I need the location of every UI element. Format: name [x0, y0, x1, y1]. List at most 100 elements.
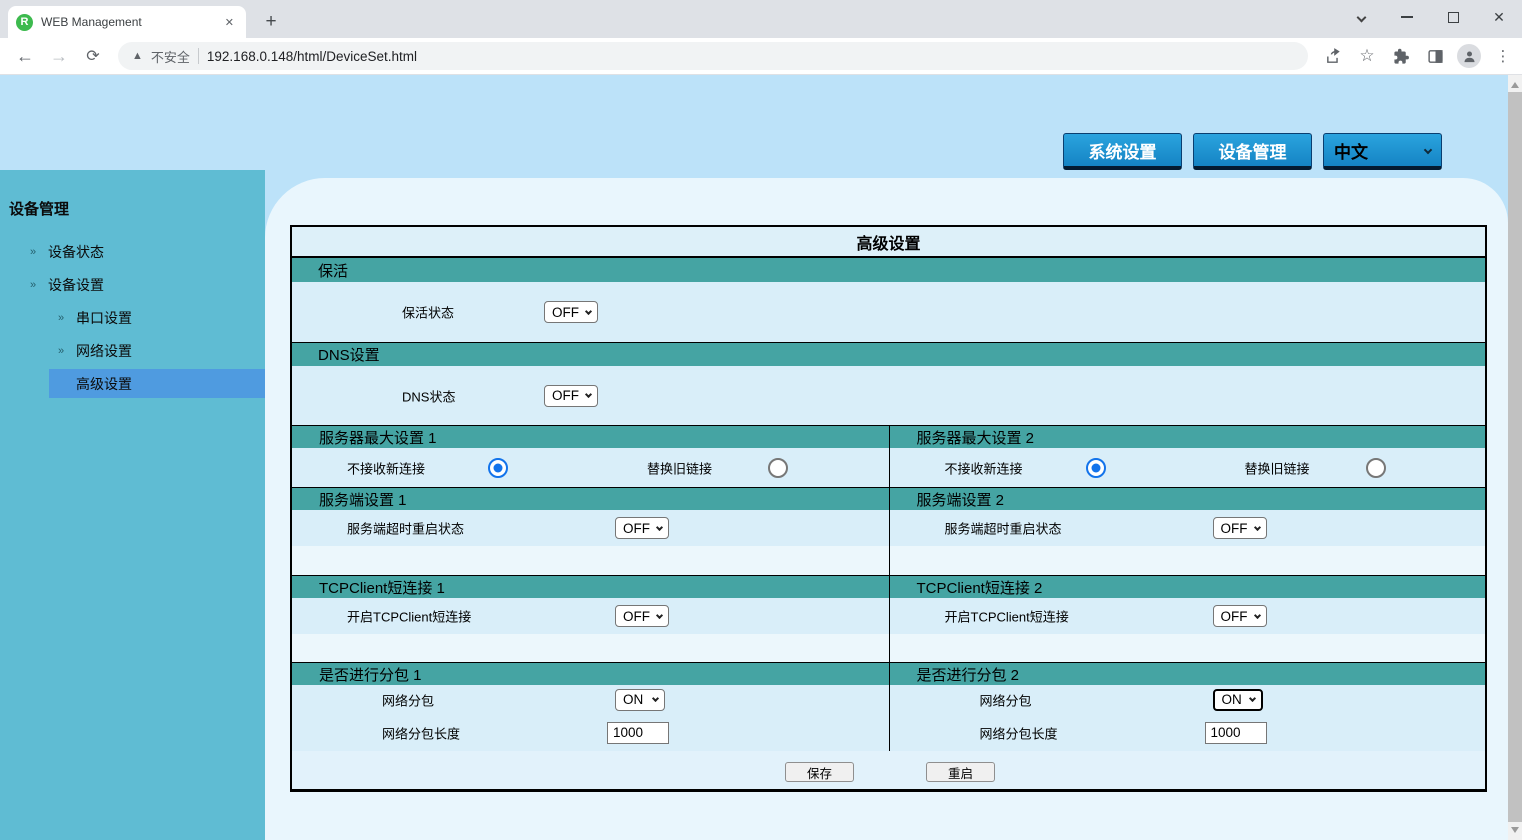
- window-controls: ✕: [1338, 0, 1522, 34]
- bookmark-star-icon[interactable]: ☆: [1352, 41, 1382, 71]
- web-page: 系统设置 设备管理 中文 设备管理 » 设备状态 » 设备设置 » 串口设置 »…: [0, 75, 1522, 840]
- enable-tcpclient-select-1[interactable]: OFF: [615, 605, 669, 627]
- keepalive-status-select[interactable]: OFF: [544, 301, 598, 323]
- network-packet-select-1[interactable]: ON: [615, 689, 665, 711]
- server-timeout-restart-label: 服务端超时重启状态: [945, 519, 1062, 538]
- server-side-1-row: 服务端超时重启状态 OFF: [292, 510, 889, 546]
- section-header-dns: DNS设置: [292, 342, 1485, 366]
- section-header-server-side-1: 服务端设置 1: [292, 487, 889, 510]
- section-header-tcpclient-2: TCPClient短连接 2: [890, 575, 1486, 598]
- no-new-connection-radio-2[interactable]: [1086, 458, 1106, 478]
- restart-button[interactable]: 重启: [926, 762, 995, 782]
- no-new-connection-label: 不接收新连接: [945, 458, 1023, 477]
- section-header-packet-2: 是否进行分包 2: [890, 662, 1486, 685]
- tcpclient-2-row: 开启TCPClient短连接 OFF: [890, 598, 1486, 634]
- content-panel: 高级设置 保活 保活状态 OFF DNS设置 DNS状态 OFF: [265, 178, 1508, 840]
- chevron-down-icon: [1424, 146, 1432, 154]
- server-timeout-restart-select-2[interactable]: OFF: [1213, 517, 1267, 539]
- sidebar-item-device-settings[interactable]: » 设备设置: [0, 270, 265, 299]
- chevron-down-icon: [656, 523, 663, 530]
- page-scrollbar[interactable]: [1508, 75, 1522, 840]
- column-2: 服务器最大设置 2 不接收新连接 替换旧链接 服务端设置 2 服务端超时重启状态…: [889, 425, 1486, 751]
- browser-tab[interactable]: R WEB Management ✕: [8, 6, 246, 38]
- minimize-button[interactable]: [1384, 0, 1430, 34]
- packet-length-label: 网络分包长度: [382, 723, 460, 742]
- sidebar-item-serial-settings[interactable]: » 串口设置: [0, 303, 265, 332]
- replace-old-link-radio-2[interactable]: [1366, 458, 1386, 478]
- url-text[interactable]: 192.168.0.148/html/DeviceSet.html: [207, 49, 417, 64]
- chevron-down-icon: [1253, 523, 1260, 530]
- system-settings-button[interactable]: 系统设置: [1063, 133, 1182, 170]
- keepalive-status-label: 保活状态: [402, 303, 454, 322]
- tab-close-icon[interactable]: ✕: [221, 14, 238, 31]
- sidebar-item-network-settings[interactable]: » 网络设置: [0, 336, 265, 365]
- sidebar-item-device-status[interactable]: » 设备状态: [0, 237, 265, 266]
- packet-length-input-2[interactable]: [1205, 722, 1267, 744]
- back-icon[interactable]: ←: [8, 46, 42, 67]
- browser-toolbar: ← → ⟳ ▲ 不安全 192.168.0.148/html/DeviceSet…: [0, 38, 1522, 75]
- side-panel-icon[interactable]: [1420, 41, 1450, 71]
- section-header-packet-1: 是否进行分包 1: [292, 662, 889, 685]
- server-timeout-restart-label: 服务端超时重启状态: [347, 519, 464, 538]
- language-value: 中文: [1334, 138, 1368, 163]
- new-tab-button[interactable]: +: [258, 9, 284, 35]
- chevron-down-icon: [585, 307, 592, 314]
- device-management-button[interactable]: 设备管理: [1193, 133, 1312, 170]
- save-button[interactable]: 保存: [785, 762, 854, 782]
- sidebar-item-advanced-settings[interactable]: 高级设置: [49, 369, 265, 398]
- packet-length-input-1[interactable]: [607, 722, 669, 744]
- arrow-bullet-icon: »: [58, 345, 64, 357]
- packet-length-1-row: 网络分包长度: [292, 714, 889, 751]
- tcpclient-1-row: 开启TCPClient短连接 OFF: [292, 598, 889, 634]
- forward-icon[interactable]: →: [42, 46, 76, 67]
- profile-avatar[interactable]: [1454, 41, 1484, 71]
- keepalive-row: 保活状态 OFF: [292, 282, 1485, 342]
- share-icon[interactable]: [1318, 41, 1348, 71]
- chevron-down-icon: [1253, 611, 1260, 618]
- replace-old-link-label: 替换旧链接: [1245, 458, 1310, 477]
- two-column-sections: 服务器最大设置 1 不接收新连接 替换旧链接 服务端设置 1 服务端超时重启状态…: [292, 425, 1485, 751]
- tab-title: WEB Management: [41, 15, 213, 29]
- maximize-button[interactable]: [1430, 0, 1476, 34]
- omnibox-separator: [198, 48, 199, 64]
- chevron-down-icon: [1248, 695, 1255, 702]
- site-favicon: R: [16, 14, 33, 31]
- arrow-bullet-icon: »: [58, 312, 64, 324]
- language-select[interactable]: 中文: [1323, 133, 1442, 170]
- sidebar: 设备管理 » 设备状态 » 设备设置 » 串口设置 » 网络设置 高级设置: [0, 170, 265, 840]
- network-packet-label: 网络分包: [980, 690, 1032, 709]
- dns-status-label: DNS状态: [402, 386, 455, 405]
- server-timeout-restart-select-1[interactable]: OFF: [615, 517, 669, 539]
- address-bar[interactable]: ▲ 不安全 192.168.0.148/html/DeviceSet.html: [118, 42, 1308, 70]
- form-actions-row: 保存 重启: [292, 751, 1485, 791]
- section-header-server-side-2: 服务端设置 2: [890, 487, 1486, 510]
- enable-tcpclient-select-2[interactable]: OFF: [1213, 605, 1267, 627]
- extensions-puzzle-icon[interactable]: [1386, 41, 1416, 71]
- section-header-server-max-2: 服务器最大设置 2: [890, 425, 1486, 448]
- toolbar-icons: ☆ ⋮: [1318, 41, 1518, 71]
- sidebar-title: 设备管理: [0, 170, 265, 219]
- packet-length-label: 网络分包长度: [980, 723, 1058, 742]
- section-header-server-max-1: 服务器最大设置 1: [292, 425, 889, 448]
- server-max-1-radio-row: 不接收新连接 替换旧链接: [292, 448, 889, 487]
- reload-icon[interactable]: ⟳: [76, 46, 110, 66]
- server-side-2-row: 服务端超时重启状态 OFF: [890, 510, 1486, 546]
- replace-old-link-radio-1[interactable]: [768, 458, 788, 478]
- close-window-button[interactable]: ✕: [1476, 0, 1522, 34]
- section-header-tcpclient-1: TCPClient短连接 1: [292, 575, 889, 598]
- browser-menu-icon[interactable]: ⋮: [1488, 41, 1518, 71]
- dns-row: DNS状态 OFF: [292, 366, 1485, 425]
- replace-old-link-label: 替换旧链接: [647, 458, 712, 477]
- tab-search-icon[interactable]: [1338, 0, 1384, 34]
- scroll-up-icon[interactable]: [1511, 80, 1519, 88]
- not-secure-warning-icon: ▲: [132, 50, 143, 62]
- scrollbar-thumb[interactable]: [1508, 92, 1522, 822]
- chevron-down-icon: [585, 391, 592, 398]
- arrow-bullet-icon: »: [30, 246, 36, 258]
- no-new-connection-radio-1[interactable]: [488, 458, 508, 478]
- enable-tcpclient-label: 开启TCPClient短连接: [347, 607, 471, 626]
- network-packet-select-2[interactable]: ON: [1213, 689, 1263, 711]
- dns-status-select[interactable]: OFF: [544, 385, 598, 407]
- security-label[interactable]: 不安全: [151, 47, 190, 66]
- scroll-down-icon[interactable]: [1511, 827, 1519, 835]
